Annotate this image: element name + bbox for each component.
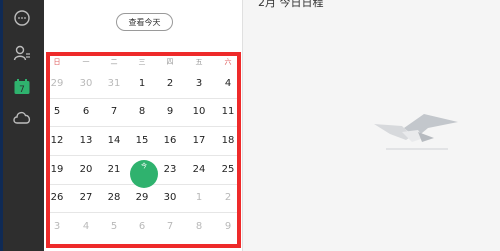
- schedule-panel: 2月 今日日程: [244, 0, 500, 251]
- contacts-icon: [13, 44, 31, 66]
- calendar-panel: 查看今天 日 一 二 三 四 五 六 29 30 31 1 2 3 4 5 6 …: [44, 0, 243, 251]
- view-today-button[interactable]: 查看今天: [116, 13, 173, 31]
- sidebar-item-cloud[interactable]: [0, 104, 44, 134]
- empty-state-bird-icon: [372, 108, 462, 162]
- schedule-title: 2月 今日日程: [258, 0, 324, 9]
- calendar-icon: 7: [13, 78, 31, 100]
- svg-text:7: 7: [19, 85, 25, 95]
- sidebar-item-calendar[interactable]: 7: [0, 74, 44, 104]
- calendar-app: 7 查看今天 日 一 二 三 四 五 六 29 30 31 1 2 3 4 5 …: [0, 0, 500, 251]
- sidebar-item-chat[interactable]: [0, 5, 44, 35]
- cloud-icon: [12, 109, 32, 129]
- chat-icon: [13, 9, 31, 31]
- sidebar: 7: [0, 0, 44, 251]
- highlight-frame: [46, 52, 241, 248]
- sidebar-item-contacts[interactable]: [0, 40, 44, 70]
